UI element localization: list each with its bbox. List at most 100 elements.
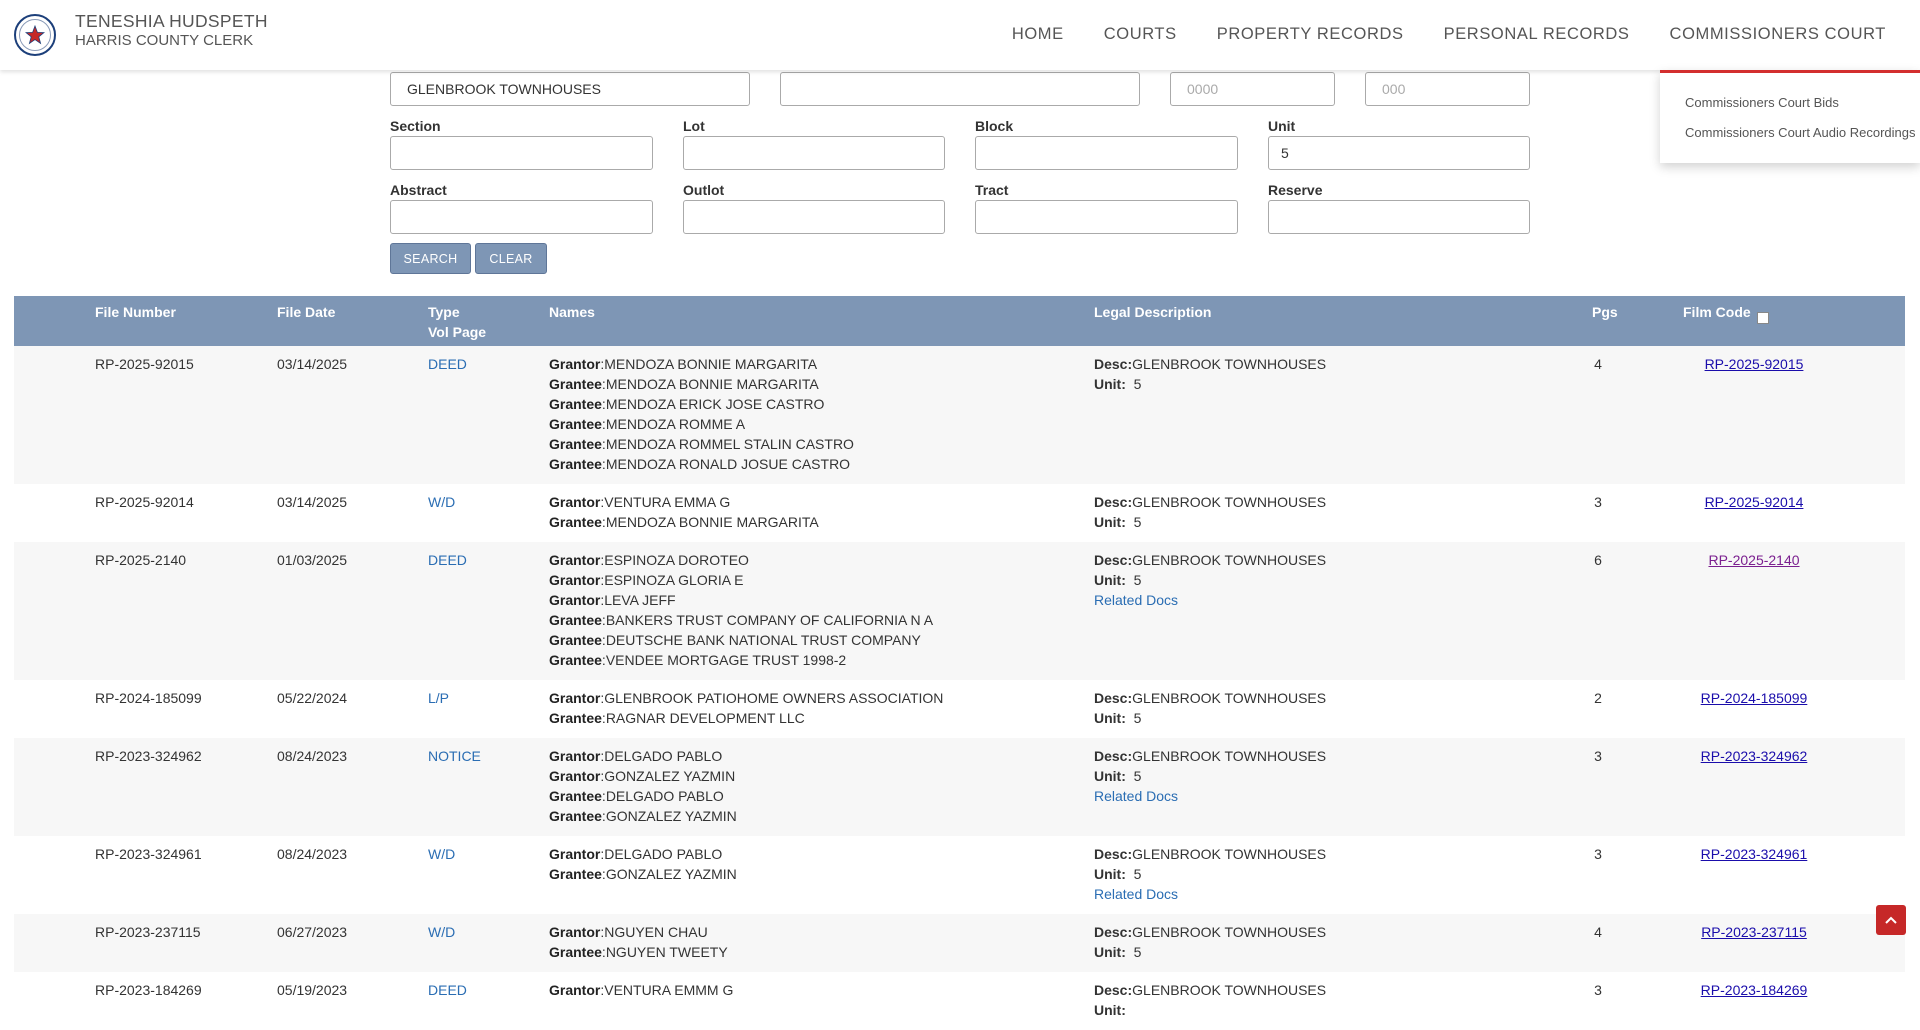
film-code-link[interactable]: RP-2023-324961 (1701, 846, 1808, 862)
film-code-cell: RP-2024-185099 (1674, 688, 1834, 708)
header-legal-description[interactable]: Legal Description (1094, 304, 1211, 320)
desc-label: Desc: (1094, 356, 1133, 372)
party-name: GONZALEZ YAZMIN (605, 866, 737, 882)
nav-commissioners-court[interactable]: COMMISSIONERS COURT (1650, 0, 1920, 70)
scroll-to-top-button[interactable] (1876, 905, 1906, 935)
lot-label: Lot (683, 118, 705, 134)
block-input[interactable] (975, 136, 1238, 170)
header-file-number[interactable]: File Number (95, 304, 176, 320)
type-link[interactable]: W/D (428, 844, 455, 864)
party-role: Grantee (549, 376, 602, 392)
legal-unit-line: Unit: 5 (1094, 512, 1326, 532)
header-names[interactable]: Names (549, 304, 595, 320)
file-number: RP-2024-185099 (95, 690, 202, 706)
dropdown-item-bids[interactable]: Commissioners Court Bids (1685, 95, 1839, 110)
legal-description: Desc:GLENBROOK TOWNHOUSES Unit: 5 (1094, 688, 1326, 728)
name-entry: Grantor:DELGADO PABLO (549, 846, 723, 862)
dropdown-item-audio-recordings[interactable]: Commissioners Court Audio Recordings (1685, 125, 1915, 140)
search-button[interactable]: SEARCH (390, 243, 471, 274)
name-entry: Grantee:BANKERS TRUST COMPANY OF CALIFOR… (549, 612, 934, 628)
film-code-link[interactable]: RP-2025-92015 (1705, 356, 1804, 372)
file-date: 08/24/2023 (277, 748, 348, 764)
table-row: RP-2025-2140 01/03/2025 DEED Grantor:ESPINO… (14, 542, 1905, 680)
film-code-link[interactable]: RP-2025-2140 (1708, 552, 1799, 568)
org-name[interactable]: TENESHIA HUDSPETH (75, 11, 268, 32)
legal-unit-line: Unit: 5 (1094, 708, 1326, 728)
section-input[interactable] (390, 136, 653, 170)
party-name: MENDOZA BONNIE MARGARITA (604, 356, 818, 372)
field-4-input[interactable] (1365, 72, 1530, 106)
chevron-up-icon (1885, 916, 1897, 924)
film-code-link[interactable]: RP-2025-92014 (1705, 494, 1804, 510)
file-date: 03/14/2025 (277, 494, 348, 510)
org-subtitle[interactable]: HARRIS COUNTY CLERK (75, 32, 253, 49)
party-name: GONZALEZ YAZMIN (604, 768, 736, 784)
film-code-link[interactable]: RP-2023-324962 (1701, 748, 1808, 764)
nav-property-records[interactable]: PROPERTY RECORDS (1197, 0, 1424, 70)
desc-label: Desc: (1094, 552, 1133, 568)
related-docs-link[interactable]: Related Docs (1094, 590, 1326, 610)
type-link[interactable]: NOTICE (428, 746, 481, 766)
unit-label: Unit: (1094, 866, 1126, 882)
table-row: RP-2025-92015 03/14/2025 DEED Grantor:MENDO… (14, 346, 1905, 484)
lot-input[interactable] (683, 136, 945, 170)
nav-courts[interactable]: COURTS (1084, 0, 1197, 70)
party-name: RAGNAR DEVELOPMENT LLC (605, 710, 805, 726)
nav-personal-records[interactable]: PERSONAL RECORDS (1424, 0, 1650, 70)
field-3-input[interactable] (1170, 72, 1335, 106)
header-pgs[interactable]: Pgs (1592, 304, 1618, 320)
type-link[interactable]: DEED (428, 354, 467, 374)
unit-input[interactable] (1268, 136, 1530, 170)
type-link[interactable]: W/D (428, 492, 455, 512)
unit-value: 5 (1133, 710, 1142, 726)
header-type[interactable]: Type (428, 304, 460, 320)
type-link[interactable]: L/P (428, 688, 449, 708)
name-entry: Grantor:VENTURA EMMM G (549, 982, 734, 998)
outlot-input[interactable] (683, 200, 945, 234)
reserve-input[interactable] (1268, 200, 1530, 234)
county-seal-logo[interactable] (14, 14, 56, 56)
table-header: File Number File Date Type Vol Page Name… (14, 296, 1905, 346)
table-body: RP-2025-92015 03/14/2025 DEED Grantor:MENDO… (14, 346, 1905, 1030)
file-date: 05/22/2024 (277, 690, 348, 706)
legal-unit-line: Unit: 5 (1094, 766, 1326, 786)
header-file-date[interactable]: File Date (277, 304, 335, 320)
field-2-input[interactable] (780, 72, 1140, 106)
clear-button[interactable]: CLEAR (475, 243, 547, 274)
file-number: RP-2023-237115 (95, 924, 201, 940)
film-code-cell: RP-2025-2140 (1674, 550, 1834, 570)
party-name: VENTURA EMMA G (604, 494, 731, 510)
abstract-input[interactable] (390, 200, 653, 234)
site-header: TENESHIA HUDSPETH HARRIS COUNTY CLERK HO… (0, 0, 1920, 70)
name-entry: Grantee:NGUYEN TWEETY (549, 944, 728, 960)
nav-home[interactable]: HOME (992, 0, 1084, 70)
legal-unit-line: Unit: 5 (1094, 942, 1326, 962)
film-code-link[interactable]: RP-2023-237115 (1701, 924, 1807, 940)
related-docs-link[interactable]: Related Docs (1094, 786, 1326, 806)
type-link[interactable]: W/D (428, 922, 455, 942)
type-link[interactable]: DEED (428, 550, 467, 570)
header-vol-page[interactable]: Vol Page (428, 324, 486, 340)
desc-label: Desc: (1094, 846, 1133, 862)
name-entry: Grantee:GONZALEZ YAZMIN (549, 866, 737, 882)
pages-count: 6 (1594, 552, 1602, 568)
unit-value: 5 (1133, 944, 1142, 960)
legal-description: Desc:GLENBROOK TOWNHOUSES Unit: 5 (1094, 354, 1326, 394)
legal-description: Desc:GLENBROOK TOWNHOUSES Unit: 5 Related … (1094, 746, 1326, 806)
film-code-link[interactable]: RP-2023-184269 (1701, 982, 1808, 998)
unit-value: 5 (1133, 866, 1142, 882)
unit-value: 5 (1133, 376, 1142, 392)
film-code-link[interactable]: RP-2024-185099 (1701, 690, 1808, 706)
subdivision-input[interactable] (390, 72, 750, 106)
party-name: MENDOZA ROMMEL STALIN CASTRO (605, 436, 854, 452)
file-date: 06/27/2023 (277, 924, 348, 940)
header-film-code-label[interactable]: Film Code (1683, 304, 1751, 320)
tract-input[interactable] (975, 200, 1238, 234)
name-entry: Grantee:GONZALEZ YAZMIN (549, 808, 737, 824)
related-docs-link[interactable]: Related Docs (1094, 884, 1326, 904)
type-link[interactable]: DEED (428, 980, 467, 1000)
legal-unit-line: Unit: (1094, 1000, 1326, 1020)
party-name: LEVA JEFF (604, 592, 676, 608)
table-row: RP-2023-237115 06/27/2023 W/D Grantor:NGUYE… (14, 914, 1905, 972)
select-all-checkbox[interactable] (1756, 312, 1769, 324)
